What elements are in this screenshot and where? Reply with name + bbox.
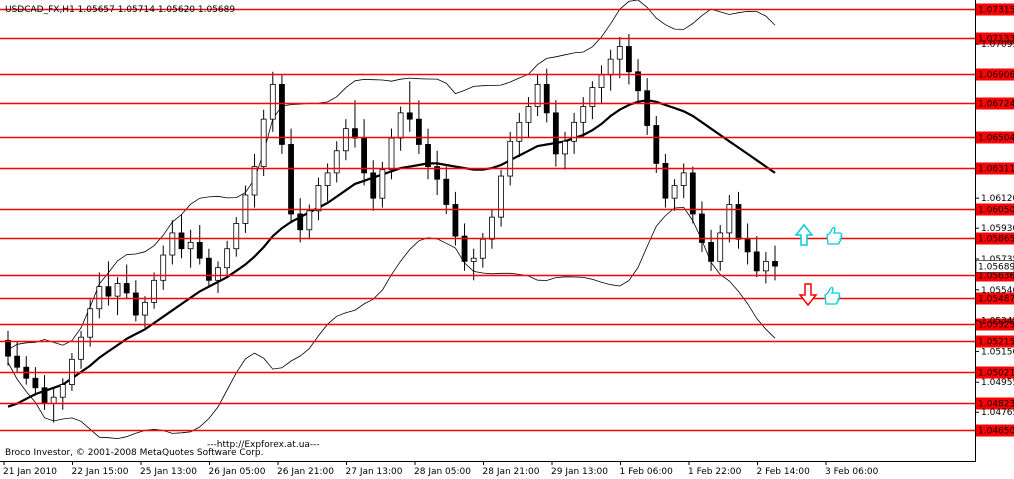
level-price-label: 1.06724: [978, 100, 1014, 110]
level-price-label: 1.05636: [978, 272, 1014, 282]
level-price-label: 1.06906: [978, 71, 1014, 81]
level-price-label: 1.06504: [978, 134, 1014, 144]
level-price-label: 1.06311: [978, 165, 1014, 175]
time-tick-label: 1 Feb 22:00: [688, 467, 742, 477]
time-tick-label: 27 Jan 13:00: [346, 467, 403, 477]
price-bar: [260, 109, 267, 177]
current-price-label: 1.05689: [978, 263, 1014, 273]
time-tick-label: 28 Jan 21:00: [483, 467, 540, 477]
time-tick-label: 22 Jan 15:00: [72, 467, 129, 477]
level-price-label: 1.06050: [978, 206, 1014, 216]
mt4-chart-window[interactable]: 1.07315 1.07133 1.06906 1.06724 1.06504 1.063…: [0, 0, 1014, 479]
time-tick-label: 26 Jan 05:00: [209, 467, 266, 477]
price-tick-label: 1.07095: [981, 40, 1014, 50]
time-tick-label: 21 Jan 2010: [3, 467, 57, 477]
level-price-label: 1.04650: [978, 427, 1014, 437]
level-price-label: 1.05021: [978, 369, 1014, 379]
time-tick-label: 3 Feb 06:00: [825, 467, 879, 477]
price-tick-label: 1.05540: [981, 286, 1014, 296]
price-tick-label: 1.04955: [981, 378, 1014, 388]
price-tick-label: 1.04765: [981, 408, 1014, 418]
watermark-text: ---http://Expforex.at.ua---: [207, 440, 320, 450]
level-price-label: 1.07315: [978, 6, 1014, 16]
price-chart[interactable]: 1.073151.071331.069061.067241.065041.063…: [0, 0, 1014, 479]
level-price-label: 1.05487: [978, 295, 1014, 305]
price-tick-label: 1.05150: [981, 347, 1014, 357]
plot-area: [0, 0, 975, 461]
time-tick-label: 25 Jan 13:00: [140, 467, 197, 477]
symbol-header: USDCAD_FX,H1 1.05657 1.05714 1.05620 1.0…: [5, 5, 235, 15]
time-tick-label: 1 Feb 06:00: [620, 467, 674, 477]
time-tick-label: 26 Jan 21:00: [277, 467, 334, 477]
price-bar: [279, 74, 285, 154]
time-tick-label: 29 Jan 13:00: [551, 467, 608, 477]
price-tick-label: 1.06120: [981, 194, 1014, 204]
price-tick-label: 1.05345: [981, 317, 1014, 327]
level-price-label: 1.05865: [978, 235, 1014, 245]
time-tick-label: 2 Feb 14:00: [757, 467, 811, 477]
time-tick-label: 28 Jan 05:00: [414, 467, 471, 477]
level-price-label: 1.05215: [978, 338, 1014, 348]
price-tick-label: 1.05930: [981, 224, 1014, 234]
